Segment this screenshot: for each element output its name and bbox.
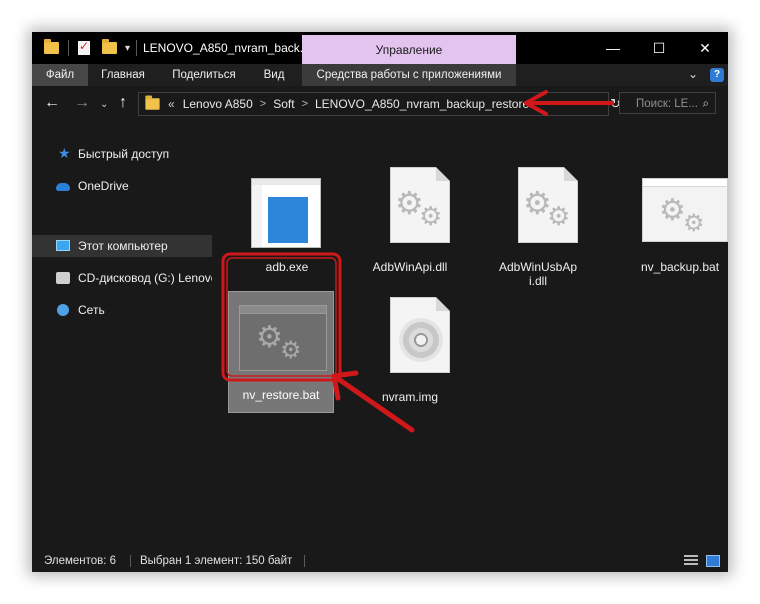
large-icons-view-icon[interactable] [706,555,720,567]
file-item-adb-exe[interactable]: adb.exe [227,170,347,280]
bat-gear-icon: ⚙ ⚙ [239,305,327,371]
breadcrumb-separator[interactable]: > [302,98,308,110]
file-name: AdbWinUsbApi.dll [498,260,578,288]
search-placeholder: Поиск: LE... [636,98,698,110]
breadcrumb-lenovo-a850[interactable]: Lenovo A850 [183,97,253,111]
title-bar: ▾ LENOVO_A850_nvram_back... Управление —… [32,32,728,64]
file-item-adbwinusbapi-dll[interactable]: ⚙ ⚙ AdbWinUsbApi.dll [478,164,598,294]
breadcrumb-current-folder[interactable]: LENOVO_A850_nvram_backup_restore [315,97,529,111]
minimize-button[interactable]: — [590,32,636,64]
sidebar-item-label: Быстрый доступ [78,147,170,161]
file-name: nvram.img [381,390,438,404]
properties-icon[interactable] [78,39,90,55]
star-icon: ★ [58,145,71,161]
selection-info: Выбран 1 элемент: 150 байт [140,555,293,567]
status-divider [130,555,131,567]
cloud-icon [56,183,70,191]
network-icon [57,304,69,316]
file-item-nv-backup-bat[interactable]: ⚙ ⚙ nv_backup.bat [610,174,728,280]
window-title: LENOVO_A850_nvram_back... [143,41,310,55]
exe-icon [251,178,321,248]
status-divider [304,555,305,567]
sidebar-item-label: OneDrive [78,179,129,193]
breadcrumb-overflow[interactable]: « [168,97,175,111]
close-button[interactable]: ✕ [682,32,728,64]
sidebar-item-onedrive[interactable]: OneDrive [32,175,212,197]
file-item-nvram-img[interactable]: nvram.img [360,294,480,410]
file-name: nv_backup.bat [640,260,720,274]
quick-access-toolbar: ▾ [32,32,138,64]
file-item-adbwinapi-dll[interactable]: ⚙ ⚙ AdbWinApi.dll [350,164,470,280]
navigation-pane: ★ Быстрый доступ OneDrive Этот компьютер… [32,122,217,550]
tab-share[interactable]: Поделиться [162,64,246,86]
help-icon[interactable]: ? [710,68,724,82]
cd-drive-icon [56,272,70,284]
ribbon-tabs: Файл Главная Поделиться Вид Средства раб… [32,64,728,86]
navigation-bar: ← → ⌄ ↑ « Lenovo A850 > Soft > LENOVO_A8… [32,86,728,122]
tab-view[interactable]: Вид [252,64,296,86]
toolbar-divider [136,40,138,56]
folder-icon [145,95,160,110]
sidebar-item-network[interactable]: Сеть [32,299,212,321]
address-dropdown-icon[interactable]: ⌄ [596,97,604,108]
details-view-icon[interactable] [684,555,698,567]
maximize-button[interactable]: ☐ [636,32,682,64]
new-folder-icon[interactable] [102,39,117,54]
file-item-nv-restore-bat[interactable]: ⚙ ⚙ nv_restore.bat [228,291,334,413]
recent-locations-button[interactable]: ⌄ [100,96,108,114]
address-bar[interactable]: « Lenovo A850 > Soft > LENOVO_A850_nvram… [138,92,609,116]
sidebar-item-cd-drive[interactable]: CD-дисковод (G:) Lenovo [32,267,212,289]
bat-gear-icon: ⚙ ⚙ [642,178,728,242]
customize-toolbar-icon[interactable]: ▾ [125,43,130,54]
item-count: Элементов: 6 [44,555,117,567]
breadcrumb-separator[interactable]: > [260,98,266,110]
file-name: nv_restore.bat [242,388,320,402]
file-list: adb.exe ⚙ ⚙ AdbWinApi.dll ⚙ ⚙ AdbWinUsbA… [217,122,728,550]
toolbar-divider [68,40,69,56]
sidebar-item-this-pc[interactable]: Этот компьютер [32,235,212,257]
sidebar-item-label: Этот компьютер [78,239,168,253]
tab-app-tools[interactable]: Средства работы с приложениями [302,64,516,86]
search-icon[interactable]: ⌕ [703,93,709,113]
forward-button[interactable]: → [74,94,90,112]
file-name: adb.exe [265,260,309,274]
up-button[interactable]: ↑ [119,94,127,112]
breadcrumb-soft[interactable]: Soft [273,97,294,111]
tab-home[interactable]: Главная [88,64,158,86]
sidebar-item-label: CD-дисковод (G:) Lenovo [78,271,212,285]
back-button[interactable]: ← [44,94,60,112]
search-input[interactable]: Поиск: LE... ⌕ [619,92,716,114]
tab-file[interactable]: Файл [32,64,88,86]
sidebar-item-label: Сеть [78,303,105,317]
dll-gear-icon: ⚙ ⚙ [390,167,450,243]
folder-icon [44,39,59,54]
tab-manage-context[interactable]: Управление [302,35,516,64]
explorer-window: ▾ LENOVO_A850_nvram_back... Управление —… [32,32,728,572]
sidebar-item-quick-access[interactable]: ★ Быстрый доступ [32,143,212,165]
chevron-down-icon[interactable]: ⌄ [688,67,698,81]
computer-icon [56,240,70,251]
file-name: AdbWinApi.dll [372,260,448,274]
status-bar: Элементов: 6 Выбран 1 элемент: 150 байт [32,550,728,572]
dll-gear-icon: ⚙ ⚙ [518,167,578,243]
disc-image-icon [390,297,450,373]
